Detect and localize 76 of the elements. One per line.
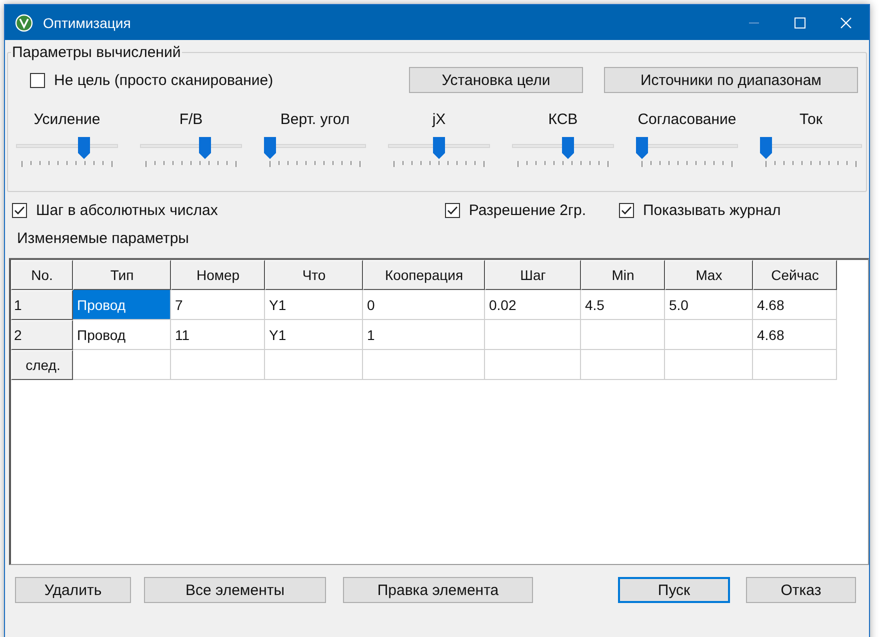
- slider-label: КСВ: [548, 111, 578, 130]
- table-cell[interactable]: 0: [363, 290, 485, 320]
- table-cell[interactable]: [73, 350, 171, 380]
- column-header[interactable]: No.: [11, 260, 73, 290]
- table-cell[interactable]: Y1: [265, 290, 363, 320]
- table-cell[interactable]: Провод: [73, 320, 171, 350]
- table-cell[interactable]: [485, 320, 581, 350]
- table-cell[interactable]: [485, 350, 581, 380]
- dialog-button[interactable]: Отказ: [746, 577, 856, 603]
- slider[interactable]: [388, 137, 490, 159]
- table-cell[interactable]: Провод: [73, 290, 171, 320]
- column-header[interactable]: Что: [265, 260, 363, 290]
- window-title: Оптимизация: [43, 14, 131, 30]
- dialog-button[interactable]: Удалить: [15, 577, 131, 603]
- slider[interactable]: [512, 137, 614, 159]
- band-sources-button[interactable]: Источники по диапазонам: [604, 67, 858, 93]
- table-cell[interactable]: 7: [171, 290, 265, 320]
- slider-label: jX: [432, 111, 446, 130]
- table-cell[interactable]: [665, 350, 753, 380]
- slider-thumb[interactable]: [636, 137, 648, 159]
- column-header[interactable]: Номер: [171, 260, 265, 290]
- table-cell[interactable]: [265, 350, 363, 380]
- checkbox-label: Не цель (просто сканирование): [54, 72, 274, 88]
- checkbox-label: Разрешение 2гр.: [468, 202, 586, 218]
- checkbox-label: Показывать журнал: [643, 202, 781, 218]
- table-cell[interactable]: [363, 350, 485, 380]
- table-cell[interactable]: 11: [171, 320, 265, 350]
- table-cell[interactable]: 4.68: [753, 290, 837, 320]
- set-target-button[interactable]: Установка цели: [409, 67, 583, 93]
- slider[interactable]: [636, 137, 738, 159]
- table-cell[interactable]: 4.5: [581, 290, 665, 320]
- row-header[interactable]: 2: [11, 320, 73, 350]
- dialog-button[interactable]: Пуск: [618, 577, 730, 603]
- column-header[interactable]: Сейчас: [753, 260, 837, 290]
- column-header[interactable]: Max: [665, 260, 753, 290]
- column-header[interactable]: Кооперация: [363, 260, 485, 290]
- checkbox[interactable]: [12, 202, 27, 218]
- slider-thumb[interactable]: [264, 137, 276, 159]
- slider[interactable]: [760, 137, 862, 159]
- table-cell[interactable]: [665, 320, 753, 350]
- table-cell[interactable]: Y1: [265, 320, 363, 350]
- checkbox-label: Шаг в абсолютных числах: [36, 202, 218, 218]
- row-header[interactable]: 1: [11, 290, 73, 320]
- slider-label: F/B: [179, 111, 203, 130]
- column-header[interactable]: Тип: [73, 260, 171, 290]
- column-header[interactable]: Шаг: [485, 260, 581, 290]
- checkbox[interactable]: [619, 202, 634, 218]
- table-cell[interactable]: [171, 350, 265, 380]
- slider-thumb[interactable]: [433, 137, 445, 159]
- slider-thumb[interactable]: [78, 137, 90, 159]
- table-cell[interactable]: 4.68: [753, 320, 837, 350]
- column-header[interactable]: Min: [581, 260, 665, 290]
- table-cell[interactable]: 5.0: [665, 290, 753, 320]
- dialog-button[interactable]: Правка элемента: [343, 577, 533, 603]
- slider-thumb[interactable]: [760, 137, 772, 159]
- row-header[interactable]: след.: [11, 350, 73, 380]
- slider-label: Верт. угол: [280, 111, 350, 130]
- table-cell[interactable]: [581, 320, 665, 350]
- slider-label: Ток: [800, 111, 822, 130]
- table-cell[interactable]: 0.02: [485, 290, 581, 320]
- slider-thumb[interactable]: [562, 137, 574, 159]
- slider-label: Согласование: [638, 111, 736, 130]
- table-cell[interactable]: [581, 350, 665, 380]
- table-cell[interactable]: [753, 350, 837, 380]
- slider-label: Усиление: [34, 111, 100, 130]
- table-cell[interactable]: 1: [363, 320, 485, 350]
- slider[interactable]: [16, 137, 118, 159]
- checkbox[interactable]: [30, 72, 45, 88]
- section-label: Изменяемые параметры: [17, 230, 190, 249]
- slider[interactable]: [264, 137, 366, 159]
- checkbox[interactable]: [444, 202, 460, 218]
- app-icon: [15, 14, 33, 32]
- group-title: Параметры вычислений: [11, 44, 182, 61]
- slider[interactable]: [140, 137, 242, 159]
- slider-thumb[interactable]: [199, 137, 212, 159]
- dialog-button[interactable]: Все элементы: [144, 577, 326, 603]
